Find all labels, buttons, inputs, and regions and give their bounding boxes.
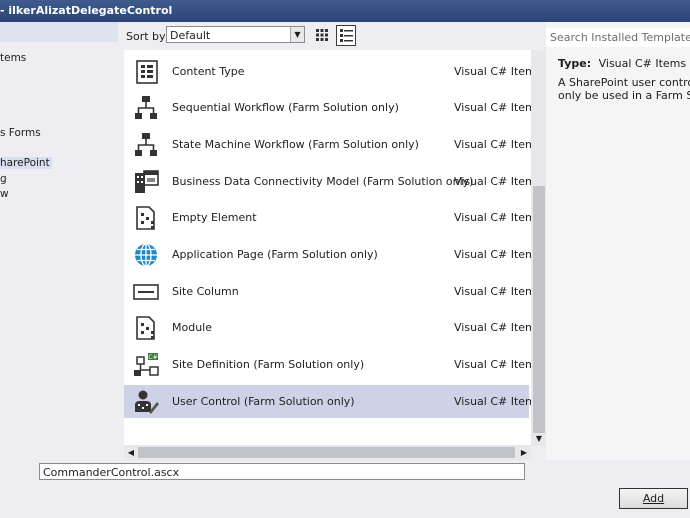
content-type-icon: [136, 60, 158, 84]
item-name-field[interactable]: CommanderControl.ascx: [39, 463, 525, 480]
sidebar-item-4[interactable]: w: [0, 188, 9, 200]
description-line-2: only be used in a Farm Solution: [558, 89, 690, 102]
template-name: Application Page (Farm Solution only): [172, 248, 378, 261]
workflow-icon: [135, 133, 157, 156]
template-list: Content Type Visual C# Items Sequential …: [124, 50, 531, 445]
scroll-right-icon[interactable]: ▶: [517, 445, 531, 460]
categories-header: [0, 22, 118, 42]
template-name: User Control (Farm Solution only): [172, 395, 355, 408]
template-row-sequential-workflow[interactable]: Sequential Workflow (Farm Solution only)…: [124, 91, 531, 124]
template-name: Site Definition (Farm Solution only): [172, 358, 365, 371]
window-title: - ilkerAlizatDelegateControl: [0, 4, 173, 17]
template-name: Business Data Connectivity Model (Farm S…: [172, 175, 474, 188]
template-list-vertical-scrollbar[interactable]: ▼: [531, 50, 547, 446]
vertical-scroll-thumb[interactable]: [533, 186, 545, 433]
template-category: Visual C# Items: [454, 321, 531, 334]
sidebar-item-sharepoint[interactable]: harePoint: [0, 157, 52, 169]
template-name: Module: [172, 321, 212, 334]
template-row-site-column[interactable]: Site Column Visual C# Items: [124, 275, 531, 308]
site-column-icon: [133, 284, 159, 300]
module-icon: [136, 316, 155, 340]
search-templates-input[interactable]: Search Installed Templates: [546, 28, 690, 47]
globe-icon: [135, 243, 157, 267]
template-row-module[interactable]: Module Visual C# Items: [124, 311, 531, 344]
sort-by-value: Default: [170, 29, 211, 42]
sidebar-item-forms[interactable]: s Forms: [0, 127, 41, 139]
search-placeholder: Search Installed Templates: [550, 31, 690, 44]
type-value: Visual C# Items: [598, 57, 687, 70]
template-category: Visual C# Items: [454, 211, 531, 224]
template-name: Empty Element: [172, 211, 257, 224]
description-line-1: A SharePoint user control item.: [558, 76, 690, 89]
sort-by-label: Sort by:: [126, 30, 169, 43]
template-name: Content Type: [172, 65, 245, 78]
template-name: State Machine Workflow (Farm Solution on…: [172, 138, 419, 151]
template-name: Sequential Workflow (Farm Solution only): [172, 101, 399, 114]
template-category: Visual C# Items: [454, 175, 531, 188]
template-details-pane: Search Installed Templates Type: Visual …: [546, 22, 690, 460]
add-button-label: Add: [642, 492, 665, 505]
template-row-empty-element[interactable]: Empty Element Visual C# Items: [124, 201, 531, 234]
template-categories-pane: tems s Forms harePoint g w: [0, 22, 122, 460]
template-row-state-machine-workflow[interactable]: State Machine Workflow (Farm Solution on…: [124, 128, 531, 161]
template-category: Visual C# Items: [454, 101, 531, 114]
list-view-button[interactable]: [336, 25, 356, 46]
template-row-user-control[interactable]: User Control (Farm Solution only) Visual…: [124, 385, 531, 418]
template-description: A SharePoint user control item. only be …: [558, 76, 690, 102]
template-row-bdc-model[interactable]: Business Data Connectivity Model (Farm S…: [124, 165, 531, 198]
template-row-application-page[interactable]: Application Page (Farm Solution only) Vi…: [124, 238, 531, 271]
template-row-content-type[interactable]: Content Type Visual C# Items: [124, 55, 531, 88]
template-name: Site Column: [172, 285, 239, 298]
template-category: Visual C# Items: [454, 248, 531, 261]
chevron-down-icon[interactable]: ▼: [290, 27, 304, 42]
scroll-left-icon[interactable]: ◀: [124, 445, 138, 460]
workflow-icon: [135, 96, 157, 119]
title-bar: - ilkerAlizatDelegateControl: [0, 0, 690, 22]
sidebar-item-items[interactable]: tems: [0, 52, 26, 64]
item-name-value: CommanderControl.ascx: [43, 466, 180, 479]
template-category: Visual C# Items: [454, 285, 531, 298]
scroll-down-icon[interactable]: ▼: [531, 431, 547, 446]
bdc-model-icon: [135, 170, 159, 193]
template-category: Visual C# Items: [454, 65, 531, 78]
template-type-line: Type: Visual C# Items: [558, 57, 686, 70]
site-definition-icon: C#: [134, 353, 159, 376]
element-icon: [136, 206, 155, 230]
small-icons-view-icon: [316, 29, 328, 41]
type-label: Type:: [558, 57, 592, 70]
template-row-site-definition[interactable]: C# Site Definition (Farm Solution only) …: [124, 348, 531, 381]
add-button[interactable]: Add: [619, 488, 688, 509]
sidebar-item-3[interactable]: g: [0, 173, 7, 185]
sort-by-select[interactable]: Default ▼: [166, 26, 305, 43]
horizontal-scroll-thumb[interactable]: [138, 447, 515, 458]
small-icons-view-button[interactable]: [313, 26, 331, 44]
template-list-horizontal-scrollbar[interactable]: ◀ ▶: [124, 445, 531, 460]
list-view-icon: [339, 29, 353, 42]
sort-toolbar: Sort by: Default ▼: [122, 22, 546, 50]
svg-text:C#: C#: [148, 354, 157, 361]
template-category: Visual C# Items: [454, 395, 531, 408]
user-control-icon: [135, 390, 159, 414]
template-category: Visual C# Items: [454, 138, 531, 151]
template-category: Visual C# Items: [454, 358, 531, 371]
